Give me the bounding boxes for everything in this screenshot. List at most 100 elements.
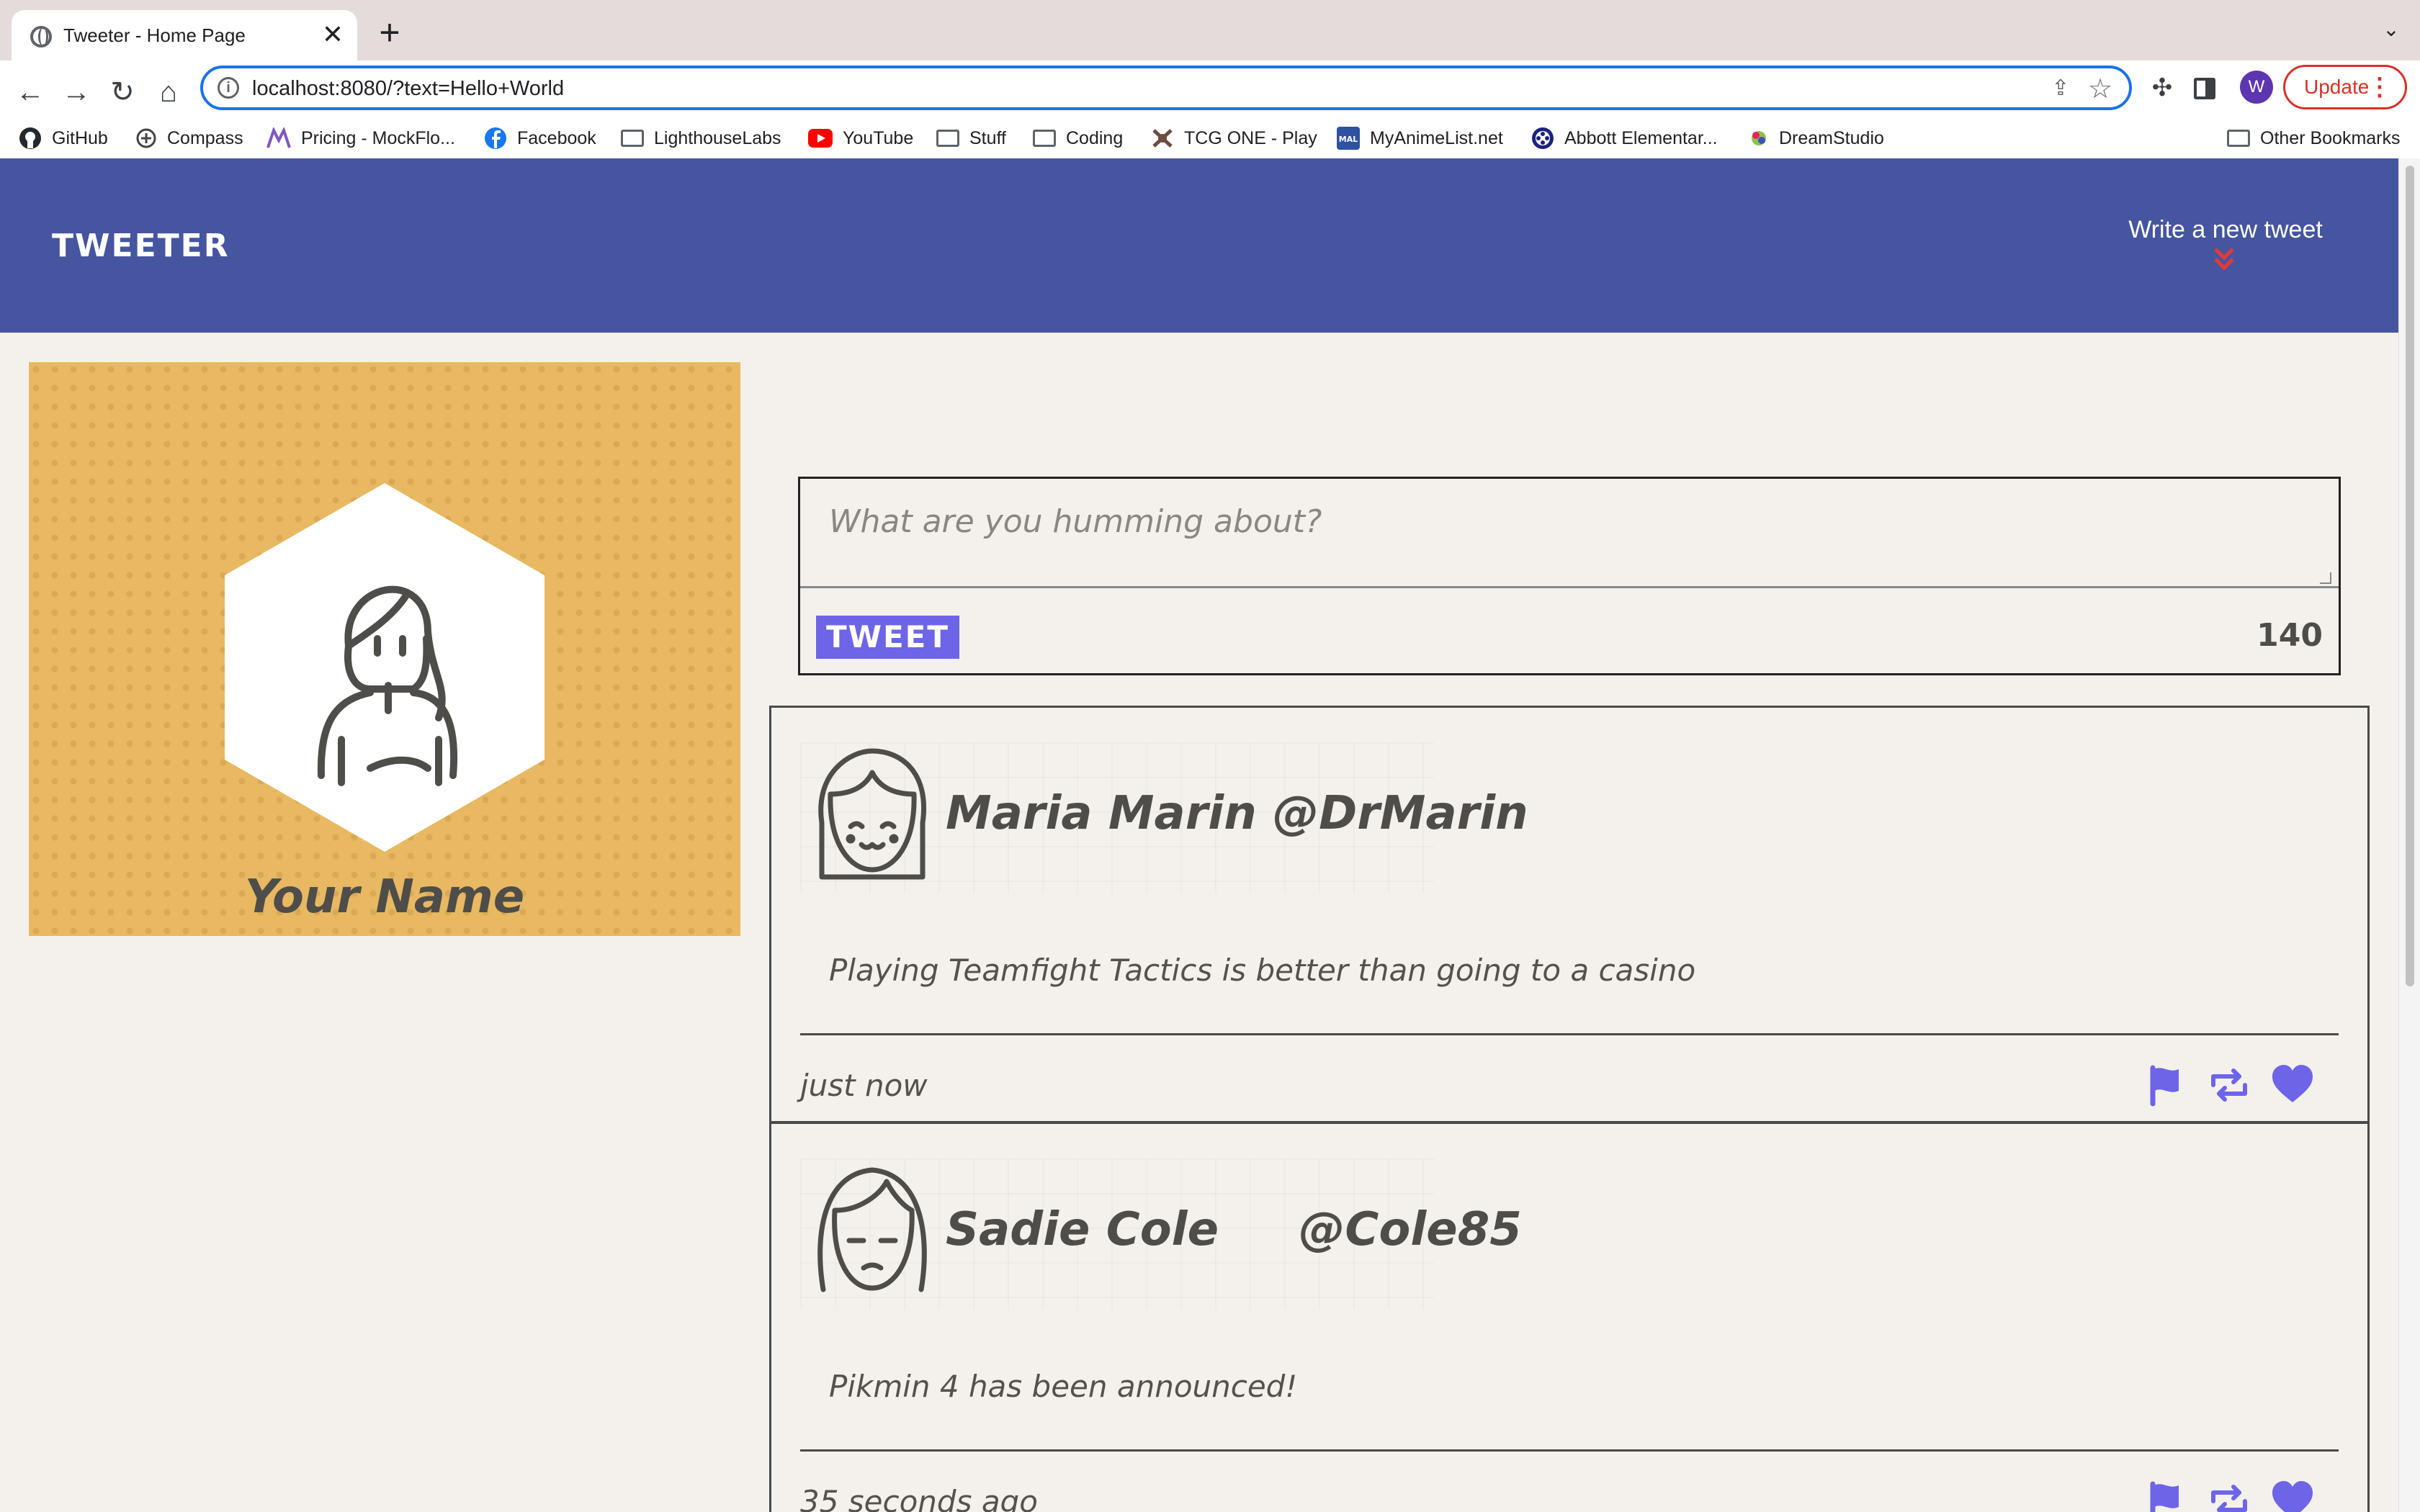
bookmark-tcg-one[interactable]: TCG ONE - Play [1151, 118, 1317, 158]
tab-title: Tweeter - Home Page [63, 24, 246, 46]
bookmark-facebook[interactable]: Facebook [484, 118, 596, 158]
update-button[interactable]: Update ⋮ [2283, 65, 2407, 109]
share-icon[interactable]: ⇪ [2048, 76, 2073, 100]
tweet-timestamp: just now [800, 1068, 928, 1103]
forward-icon[interactable]: → [56, 72, 97, 112]
back-icon[interactable]: ← [10, 72, 50, 112]
url-text[interactable]: localhost:8080/?text=Hello+World [252, 77, 564, 101]
side-panel-icon[interactable] [2194, 78, 2215, 99]
bookmark-compass[interactable]: Compass [135, 118, 243, 158]
home-icon[interactable]: ⌂ [148, 72, 189, 112]
smiling-girl-avatar-icon [818, 748, 926, 880]
tweet-text-input[interactable] [800, 479, 2339, 588]
tcg-icon [1152, 129, 1173, 148]
bookmark-github[interactable]: GitHub [19, 118, 108, 158]
tweet-author-name: Maria Marin [946, 787, 1257, 840]
bookmark-label: Abbott Elementar... [1564, 127, 1718, 148]
page-scrollbar[interactable] [2398, 158, 2420, 1512]
more-menu-icon[interactable]: ⋮ [2367, 67, 2392, 107]
tweet-author-handle[interactable]: @DrMarin [1273, 787, 1528, 840]
film-icon [1532, 127, 1554, 149]
bookmark-label: Compass [167, 127, 243, 148]
tab-close-icon[interactable]: ✕ [318, 20, 347, 49]
tweet-author: Maria Marin @DrMarin [946, 787, 1528, 840]
bookmark-lighthouselabs[interactable]: LighthouseLabs [621, 118, 781, 158]
chevron-svg [2214, 248, 2234, 271]
flag-icon[interactable] [2144, 1063, 2187, 1107]
github-icon [19, 127, 41, 149]
bookmark-other[interactable]: Other Bookmarks [2227, 118, 2401, 158]
tweet-card: Sadie Cole @Cole85 Pikmin 4 has been ann… [769, 1122, 2370, 1512]
info-icon[interactable]: i [218, 77, 239, 99]
profile-avatar-hexagon [225, 483, 544, 852]
bookmark-abbott-elementary[interactable]: Abbott Elementar... [1531, 118, 1718, 158]
bookmark-myanimelist[interactable]: MAL MyAnimeList.net [1337, 118, 1503, 158]
bookmark-label: Pricing - MockFlo... [301, 127, 455, 148]
browser-toolbar: ← → ↻ ⌂ i localhost:8080/?text=Hello+Wor… [0, 60, 2420, 170]
retweet-icon[interactable] [2208, 1063, 2251, 1107]
bookmark-label: GitHub [52, 127, 108, 148]
folder-icon [1033, 130, 1056, 147]
tweet-body: Pikmin 4 has been announced! [829, 1369, 1298, 1404]
globe-icon [30, 26, 52, 48]
new-tab-button[interactable]: + [372, 14, 408, 52]
write-new-tweet-link[interactable]: Write a new tweet [2089, 216, 2362, 244]
bookmark-label: Stuff [969, 127, 1006, 148]
heart-icon[interactable] [2271, 1063, 2314, 1107]
sad-girl-avatar-icon [817, 1167, 927, 1292]
flag-icon[interactable] [2144, 1480, 2187, 1512]
tweet-actions [2144, 1063, 2331, 1107]
bookmark-label: TCG ONE - Play [1184, 127, 1317, 148]
user-avatar-icon [317, 585, 458, 786]
bookmark-mockflow[interactable]: Pricing - MockFlo... [266, 118, 455, 158]
bookmark-label: DreamStudio [1779, 127, 1884, 148]
tweet-submit-button[interactable]: TWEET [816, 616, 960, 659]
chevron-down-icon[interactable]: ⌄ [2377, 17, 2406, 46]
bookmarks-bar: GitHub Compass Pricing - MockFlo... Face… [0, 118, 2420, 158]
tweet-body: Playing Teamfight Tactics is better than… [829, 953, 1696, 988]
address-bar[interactable]: i localhost:8080/?text=Hello+World ⇪ ☆ [200, 66, 2132, 110]
folder-icon [936, 130, 959, 147]
new-tweet-form: TWEET 140 [798, 477, 2341, 675]
svg-text:MAL: MAL [1339, 135, 1358, 144]
bookmark-stuff[interactable]: Stuff [936, 118, 1006, 158]
profile-name: Your Name [244, 870, 525, 924]
reload-icon[interactable]: ↻ [102, 72, 143, 112]
site-navbar: TWEETER Write a new tweet [0, 158, 2398, 333]
extensions-icon[interactable]: ✣ [2146, 73, 2178, 105]
tweet-divider [800, 1033, 2339, 1035]
update-label: Update [2304, 76, 2370, 98]
mockflow-icon [266, 127, 291, 148]
bookmark-coding[interactable]: Coding [1033, 118, 1123, 158]
scrollbar-thumb[interactable] [2406, 166, 2414, 986]
bookmark-youtube[interactable]: YouTube [808, 118, 913, 158]
browser-tab[interactable]: Tweeter - Home Page ✕ [12, 10, 357, 62]
facebook-icon [485, 127, 506, 149]
profile-avatar[interactable]: W [2240, 71, 2273, 104]
youtube-icon [808, 129, 833, 148]
site-logo[interactable]: TWEETER [52, 228, 230, 264]
folder-icon [2227, 130, 2250, 147]
character-counter: 140 [2257, 617, 2323, 654]
mal-icon: MAL [1337, 127, 1360, 150]
profile-card: Your Name [29, 362, 740, 936]
tweet-author-name: Sadie Cole [946, 1203, 1219, 1256]
heart-icon[interactable] [2271, 1480, 2314, 1512]
bookmark-label: MyAnimeList.net [1370, 127, 1503, 148]
bookmark-label: LighthouseLabs [654, 127, 781, 148]
bookmark-dreamstudio[interactable]: DreamStudio [1749, 118, 1884, 158]
double-chevron-down-icon[interactable] [2210, 246, 2238, 278]
retweet-icon[interactable] [2208, 1480, 2251, 1512]
tab-strip: Tweeter - Home Page ✕ + ⌄ [0, 0, 2420, 62]
tweet-divider [800, 1449, 2339, 1452]
bookmark-star-icon[interactable]: ☆ [2086, 73, 2115, 104]
resize-handle[interactable] [2320, 572, 2331, 584]
compass-icon [136, 128, 156, 148]
tweet-author-handle[interactable]: @Cole85 [1299, 1203, 1521, 1256]
folder-icon [621, 130, 644, 147]
dreamstudio-icon [1752, 131, 1766, 145]
page-viewport: TWEETER Write a new tweet Your Name What… [0, 158, 2398, 1512]
tweet-timestamp: 35 seconds ago [800, 1484, 1038, 1512]
tweet-author: Sadie Cole @Cole85 [946, 1203, 1522, 1256]
bookmark-label: Coding [1066, 127, 1124, 148]
